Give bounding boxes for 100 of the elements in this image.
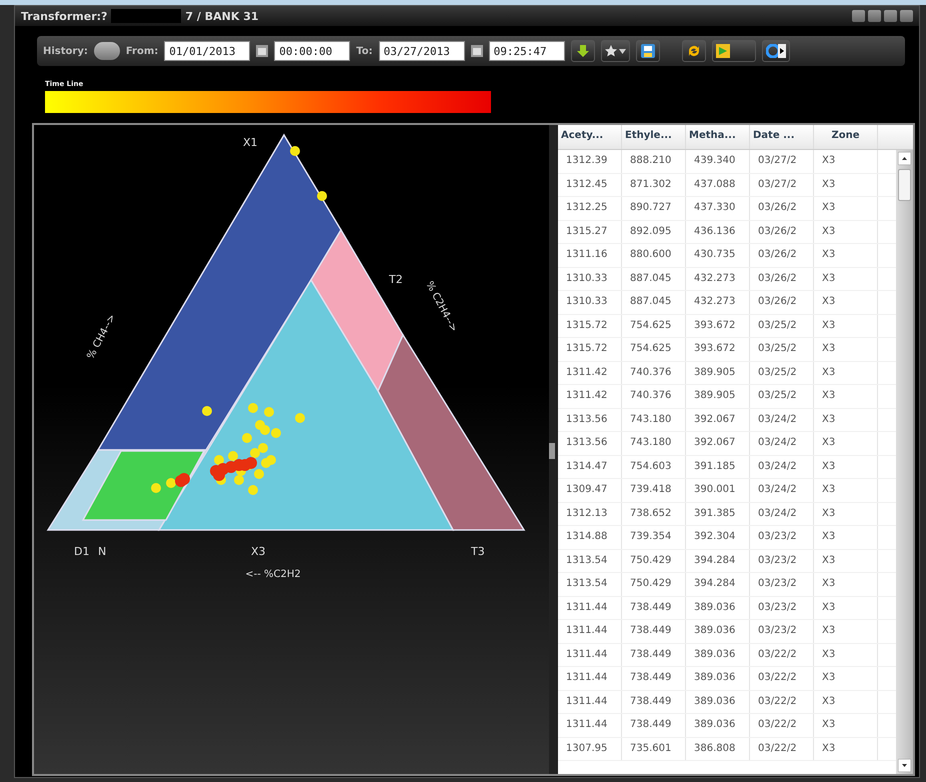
table-cell: 432.273 (686, 268, 750, 290)
table-cell: 1307.95 (558, 738, 622, 760)
table-cell: 871.302 (622, 174, 686, 196)
table-cell: 735.601 (622, 738, 686, 760)
data-point (245, 457, 257, 469)
table-cell: X3 (814, 620, 878, 642)
column-header[interactable]: Date ... (750, 125, 814, 149)
refresh-button[interactable] (682, 40, 706, 62)
table-cell: X3 (814, 338, 878, 360)
table-cell: 430.735 (686, 244, 750, 266)
table-cell: 1310.33 (558, 268, 622, 290)
scrollbar-thumb[interactable] (898, 169, 911, 201)
table-cell: 03/24/2 (750, 408, 814, 431)
table-cell: 389.036 (686, 644, 750, 666)
column-header[interactable]: Ethyle... (622, 125, 686, 149)
table-cell: 03/23/2 (750, 550, 814, 572)
table-cell: 754.625 (622, 314, 686, 337)
table-cell: 754.625 (622, 338, 686, 360)
save-button[interactable] (636, 40, 660, 62)
caret-icon (618, 48, 626, 54)
table-cell: X3 (814, 385, 878, 408)
table-cell: 892.095 (622, 220, 686, 243)
download-button[interactable] (570, 40, 595, 62)
data-point (202, 406, 212, 416)
date-field[interactable]: 01/01/2013 (164, 41, 250, 61)
maximize-button[interactable] (884, 10, 897, 22)
table-cell: 1313.54 (558, 573, 622, 596)
table-cell: 391.385 (686, 502, 750, 525)
table-cell: X3 (814, 314, 878, 337)
column-header[interactable]: Metha... (686, 125, 750, 149)
data-point (254, 469, 264, 479)
table-cell: X3 (814, 596, 878, 619)
column-header[interactable]: Zone (814, 125, 878, 149)
table-cell: 392.304 (686, 526, 750, 548)
data-point (295, 413, 305, 423)
navigate-button[interactable] (762, 40, 790, 62)
date-field[interactable]: 03/27/2013 (378, 41, 465, 61)
data-point (242, 433, 252, 443)
window-subtitle: 7 / BANK 31 (185, 10, 259, 22)
table-cell: 389.036 (686, 714, 750, 736)
table-cell: 03/26/2 (750, 220, 814, 243)
table-cell: 1313.54 (558, 550, 622, 572)
splitter-handle[interactable] (549, 443, 555, 459)
table-cell: 03/24/2 (750, 432, 814, 454)
table-cell: 393.672 (686, 314, 750, 337)
table-cell: 738.449 (622, 690, 686, 713)
vertex-label: T2 (389, 273, 403, 286)
table-cell: 1315.72 (558, 338, 622, 360)
table-cell: X3 (814, 432, 878, 454)
favorites-button[interactable] (600, 40, 630, 62)
table-cell: X3 (814, 220, 878, 243)
table-cell: 03/23/2 (750, 596, 814, 619)
time-field[interactable]: 09:25:47 (488, 41, 565, 61)
table-cell: X3 (814, 197, 878, 220)
table-cell: X3 (814, 667, 878, 690)
column-header[interactable]: Acety... (558, 125, 622, 149)
data-point (264, 407, 274, 417)
table-cell: 439.340 (686, 150, 750, 172)
table-cell: 1311.16 (558, 244, 622, 266)
table-cell: 739.354 (622, 526, 686, 548)
table-cell: X3 (814, 644, 878, 666)
data-point (166, 478, 176, 488)
table-cell: 1314.88 (558, 526, 622, 548)
table-cell: 738.652 (622, 502, 686, 525)
time-field[interactable]: 00:00:00 (274, 41, 350, 61)
restore-button[interactable] (868, 10, 881, 22)
table-cell: 03/26/2 (750, 291, 814, 314)
up-arrow-icon (898, 152, 911, 165)
data-point (317, 191, 327, 201)
table-cell: 03/26/2 (750, 197, 814, 220)
table-cell: 03/22/2 (750, 690, 814, 713)
table-cell: 890.727 (622, 197, 686, 220)
data-point (248, 485, 258, 495)
table-cell: 389.036 (686, 667, 750, 690)
table-cell: X3 (814, 573, 878, 596)
table-cell: X3 (814, 714, 878, 736)
table-cell: 1312.25 (558, 197, 622, 220)
data-point (260, 425, 270, 435)
table-cell: 394.284 (686, 573, 750, 596)
axis-label: <-- %C2H2 (245, 569, 301, 580)
minimize-button[interactable] (852, 10, 865, 22)
table-cell: 392.067 (686, 432, 750, 454)
table-cell: 738.449 (622, 667, 686, 690)
data-point (228, 451, 238, 461)
table-cell: 738.449 (622, 714, 686, 736)
table-cell: 386.808 (686, 738, 750, 760)
table-cell: X3 (814, 244, 878, 266)
table-cell: 1311.44 (558, 596, 622, 619)
export-button[interactable] (712, 40, 756, 62)
table-cell: 739.418 (622, 479, 686, 502)
history-dropdown-button[interactable] (94, 42, 120, 60)
table-cell: 03/27/2 (750, 150, 814, 172)
table-cell: 03/23/2 (750, 526, 814, 548)
table-cell: 389.905 (686, 385, 750, 408)
vertex-label: X1 (243, 136, 258, 149)
table-cell: 1311.44 (558, 644, 622, 666)
table-cell: 750.429 (622, 573, 686, 596)
ring-arrow-icon (766, 44, 786, 58)
close-button[interactable] (900, 10, 913, 22)
table-cell: 03/24/2 (750, 456, 814, 478)
